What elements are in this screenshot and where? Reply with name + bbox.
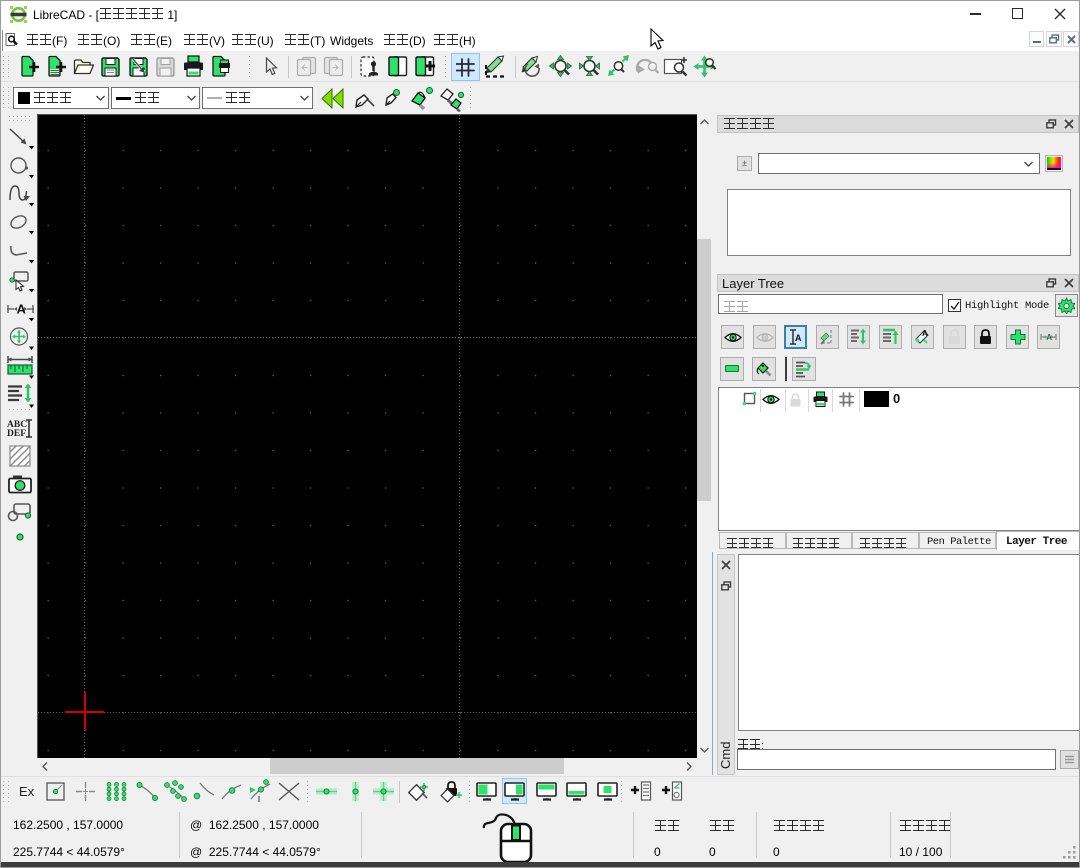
svg-text:A: A xyxy=(17,302,27,317)
svg-text:A: A xyxy=(922,329,928,338)
svg-text:A: A xyxy=(795,333,802,343)
svg-text:DEF: DEF xyxy=(7,429,26,439)
svg-text:A: A xyxy=(1046,333,1052,342)
